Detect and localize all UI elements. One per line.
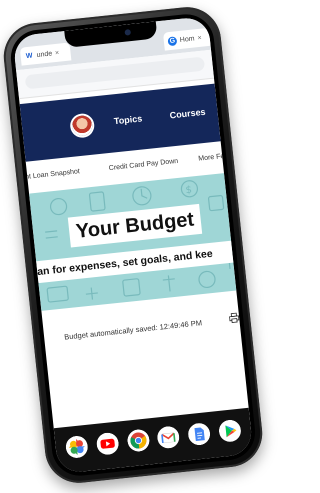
gmail-icon[interactable] (157, 425, 181, 449)
sublink-loan-snapshot[interactable]: ent Loan Snapshot (21, 168, 80, 181)
tab-label: unde (36, 49, 53, 59)
chrome-icon[interactable] (126, 428, 150, 452)
nav-courses-link[interactable]: Courses (169, 107, 206, 121)
phone-bezel: W unde × G Hom × Topics Courses ent Loan… (8, 11, 258, 479)
stage: W unde × G Hom × Topics Courses ent Loan… (0, 0, 282, 493)
photos-icon[interactable] (65, 435, 89, 459)
app-dock (53, 407, 254, 475)
close-icon[interactable]: × (55, 49, 60, 56)
svg-text:$: $ (185, 185, 192, 197)
print-icon[interactable] (229, 312, 240, 324)
avatar[interactable] (71, 114, 94, 137)
browser-tab-1[interactable]: W unde × (19, 42, 72, 66)
camera-icon (124, 29, 132, 36)
nav-topics-link[interactable]: Topics (113, 113, 142, 126)
tab-label: Hom (179, 34, 195, 44)
docs-icon[interactable] (187, 422, 211, 446)
google-favicon-icon: G (167, 35, 178, 46)
hero-banner: $ Your Budget an for expenses, set goals… (29, 173, 237, 311)
youtube-icon[interactable] (95, 432, 119, 456)
sublink-credit-card-pay-down[interactable]: Credit Card Pay Down (109, 158, 179, 172)
play-store-icon[interactable] (218, 419, 242, 443)
wiki-favicon-icon: W (24, 50, 35, 61)
sublink-more[interactable]: More Fe (198, 153, 225, 163)
phone-mockup: W unde × G Hom × Topics Courses ent Loan… (0, 3, 266, 487)
autosave-status: Budget automatically saved: 12:49:46 PM (63, 318, 203, 342)
dock-icons (65, 419, 242, 459)
browser-tab-2[interactable]: G Hom × (162, 27, 211, 51)
phone-screen: W unde × G Hom × Topics Courses ent Loan… (12, 15, 254, 475)
close-icon[interactable]: × (197, 34, 202, 41)
hero-pattern-illustration: $ (45, 180, 231, 303)
